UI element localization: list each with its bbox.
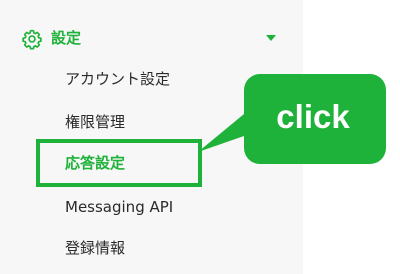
menu-item-permissions[interactable]: 権限管理 [65, 110, 125, 134]
menu-item-account-settings[interactable]: アカウント設定 [65, 67, 170, 91]
section-title: 設定 [51, 29, 82, 47]
chevron-down-icon[interactable] [266, 35, 276, 41]
highlight-box [36, 139, 202, 187]
menu-item-registration-info[interactable]: 登録情報 [65, 236, 125, 260]
menu-item-messaging-api[interactable]: Messaging API [65, 195, 173, 219]
callout-label: click [276, 98, 350, 135]
settings-section-header[interactable]: 設定 [18, 26, 283, 52]
gear-icon [22, 29, 42, 50]
